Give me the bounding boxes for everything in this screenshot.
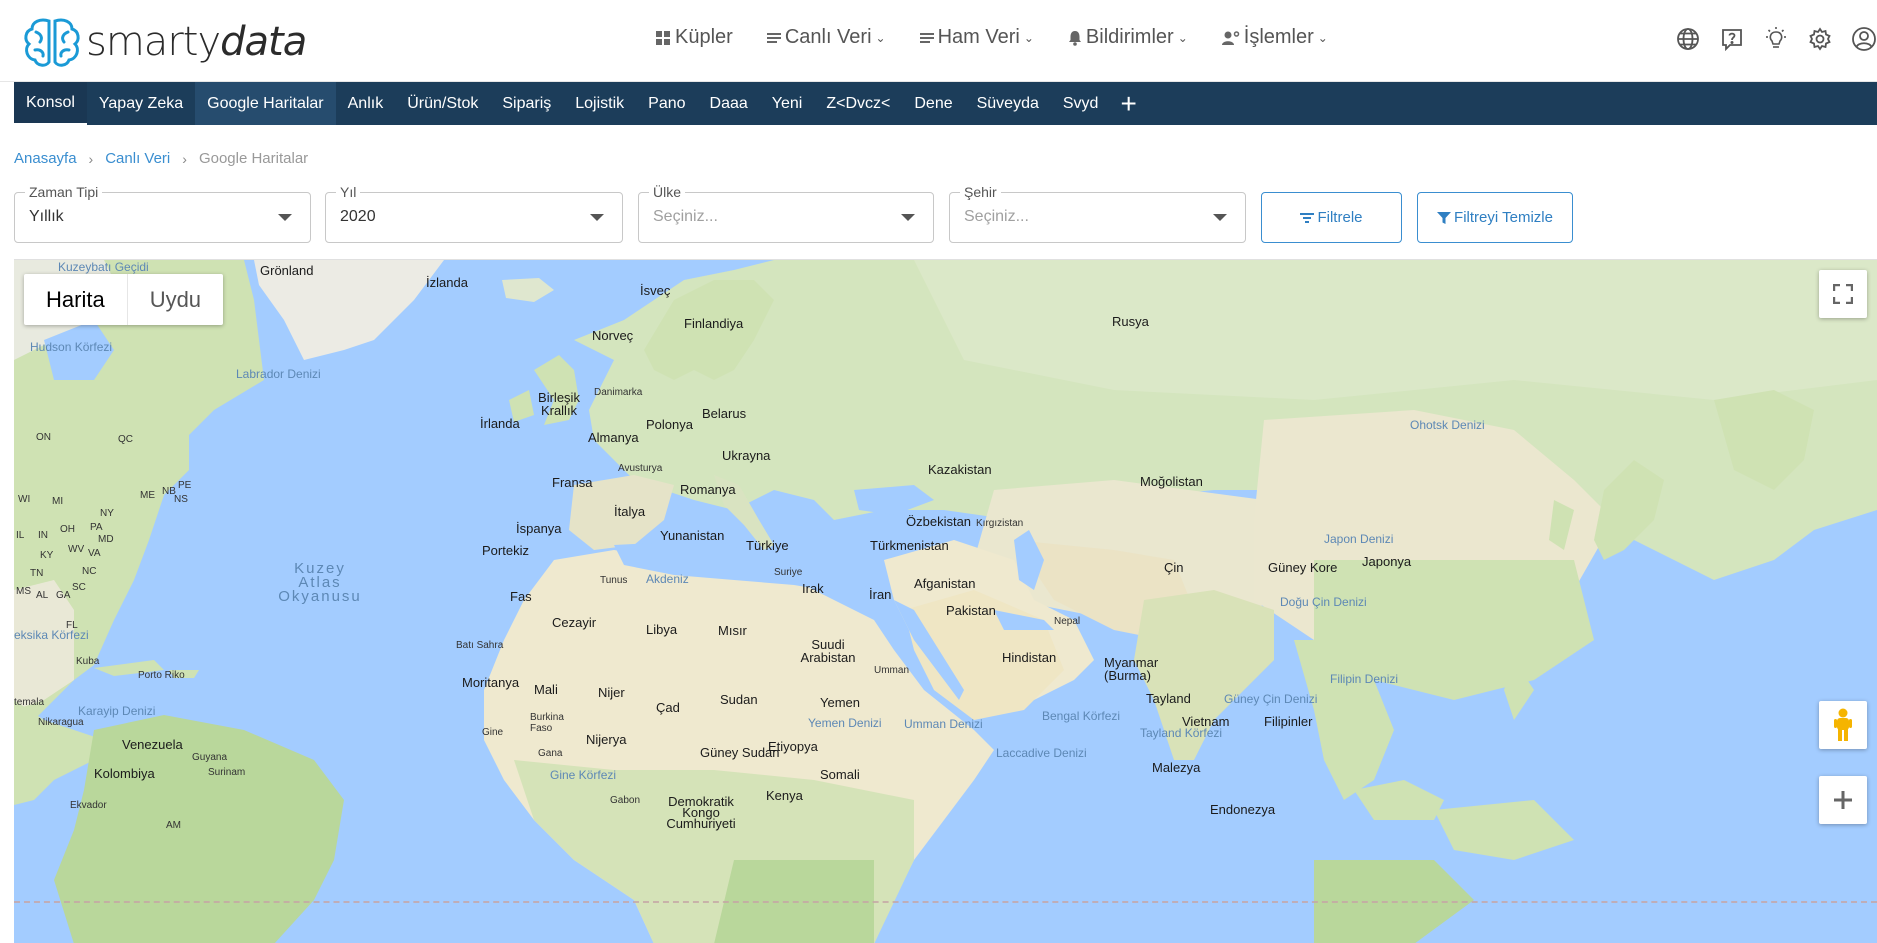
- zaman-tipi-select[interactable]: Zaman Tipi Yıllık: [14, 184, 311, 243]
- chevron-down-icon: ⌄: [1177, 30, 1188, 45]
- brand-name: smartydata: [86, 19, 307, 65]
- breadcrumb-home[interactable]: Anasayfa: [14, 150, 77, 167]
- fullscreen-icon: [1833, 284, 1853, 304]
- tab-anlik[interactable]: Anlık: [336, 82, 396, 125]
- ulke-label: Ülke: [649, 184, 686, 200]
- nav-canli-veri[interactable]: Canlı Veri ⌄: [766, 26, 886, 49]
- dropdown-arrow-icon: [1213, 214, 1227, 221]
- add-tab-button[interactable]: +: [1110, 82, 1146, 125]
- lightbulb-icon[interactable]: [1763, 26, 1789, 52]
- nav-bildirimler[interactable]: Bildirimler ⌄: [1068, 26, 1188, 49]
- settings-icon[interactable]: [1807, 26, 1833, 52]
- nav-canli-veri-label: Canlı Veri: [784, 26, 872, 48]
- chevron-right-icon: ›: [182, 150, 187, 167]
- account-icon[interactable]: [1851, 26, 1877, 52]
- brand-logo[interactable]: smartydata: [22, 16, 307, 68]
- chevron-down-icon: ⌄: [1317, 30, 1328, 45]
- globe-icon[interactable]: [1675, 26, 1701, 52]
- zaman-tipi-label: Zaman Tipi: [25, 184, 103, 200]
- sehir-label: Şehir: [960, 184, 1001, 200]
- help-icon[interactable]: [1719, 26, 1745, 52]
- tab-svyd[interactable]: Svyd: [1051, 82, 1111, 125]
- user-gear-icon: [1221, 30, 1240, 45]
- nav-islemler-label: İşlemler: [1243, 26, 1314, 48]
- nav-ham-veri[interactable]: Ham Veri ⌄: [919, 26, 1034, 49]
- breadcrumb: Anasayfa › Canlı Veri › Google Haritalar: [14, 150, 308, 167]
- street-view-button[interactable]: [1819, 701, 1867, 749]
- tab-daaa[interactable]: Daaa: [698, 82, 760, 125]
- nav-ham-veri-label: Ham Veri: [937, 26, 1020, 48]
- tab-suveyda[interactable]: Süveyda: [965, 82, 1051, 125]
- list-icon: [919, 32, 934, 43]
- tab-yeni[interactable]: Yeni: [760, 82, 815, 125]
- nav-bildirimler-label: Bildirimler: [1085, 26, 1174, 48]
- zaman-tipi-value: Yıllık: [29, 208, 64, 225]
- nav-kupler[interactable]: Küpler: [655, 26, 733, 49]
- zoom-in-button[interactable]: [1819, 776, 1867, 824]
- tab-google-haritalar[interactable]: Google Haritalar: [195, 82, 336, 125]
- chevron-right-icon: ›: [88, 150, 94, 167]
- ulke-select[interactable]: Ülke Seçiniz...: [638, 184, 934, 243]
- tab-konsol[interactable]: Konsol: [14, 82, 87, 125]
- ulke-placeholder: Seçiniz...: [653, 208, 718, 225]
- tab-zdvcz[interactable]: Z<Dvcz<: [814, 82, 902, 125]
- tab-dene[interactable]: Dene: [902, 82, 964, 125]
- sehir-placeholder: Seçiniz...: [964, 208, 1029, 225]
- sehir-select[interactable]: Şehir Seçiniz...: [949, 184, 1246, 243]
- map-type-map-button[interactable]: Harita: [24, 274, 127, 325]
- fullscreen-button[interactable]: [1819, 270, 1867, 318]
- bell-icon: [1068, 30, 1081, 46]
- tab-pano[interactable]: Pano: [636, 82, 697, 125]
- dropdown-arrow-icon: [278, 214, 292, 221]
- dropdown-arrow-icon: [590, 214, 604, 221]
- funnel-icon: [1437, 211, 1452, 224]
- yil-label: Yıl: [336, 184, 361, 200]
- tab-urun-stok[interactable]: Ürün/Stok: [395, 82, 490, 125]
- chevron-down-icon: ⌄: [1023, 30, 1034, 45]
- clear-filter-button[interactable]: Filtreyi Temizle: [1417, 192, 1573, 243]
- yil-value: 2020: [340, 208, 376, 225]
- map-type-satellite-button[interactable]: Uydu: [126, 274, 223, 325]
- yil-select[interactable]: Yıl 2020: [325, 184, 623, 243]
- filter-lines-icon: [1300, 212, 1315, 223]
- nav-kupler-label: Küpler: [675, 26, 733, 48]
- filter-button-label: Filtrele: [1317, 209, 1363, 226]
- equator-line: [14, 901, 1877, 903]
- tab-yapay-zeka[interactable]: Yapay Zeka: [87, 82, 195, 125]
- cubes-icon: [656, 30, 670, 45]
- breadcrumb-parent[interactable]: Canlı Veri: [105, 150, 170, 167]
- chevron-down-icon: ⌄: [875, 30, 886, 45]
- pegman-icon: [1834, 708, 1852, 741]
- tab-siparis[interactable]: Sipariş: [490, 82, 563, 125]
- top-navigation: Küpler Canlı Veri ⌄ Ham Veri ⌄ Bildiriml…: [655, 26, 1328, 49]
- brain-logo-icon: [24, 18, 80, 67]
- world-map-terrain: [14, 260, 1877, 943]
- list-icon: [766, 32, 781, 43]
- header-actions: [1675, 26, 1877, 52]
- top-header: smartydata Küpler Canlı Veri ⌄ Ham Veri …: [0, 0, 1877, 82]
- google-map[interactable]: Grönland İzlanda İsveç Finlandiya Norveç…: [14, 259, 1877, 943]
- dropdown-arrow-icon: [901, 214, 915, 221]
- filter-button[interactable]: Filtrele: [1261, 192, 1402, 243]
- nav-islemler[interactable]: İşlemler ⌄: [1221, 26, 1328, 49]
- module-tab-bar: Konsol Yapay Zeka Google Haritalar Anlık…: [14, 82, 1877, 125]
- map-type-control: Harita Uydu: [24, 274, 224, 325]
- tab-lojistik[interactable]: Lojistik: [563, 82, 636, 125]
- breadcrumb-current: Google Haritalar: [198, 150, 309, 167]
- clear-filter-button-label: Filtreyi Temizle: [1454, 209, 1553, 226]
- plus-icon: [1834, 791, 1852, 809]
